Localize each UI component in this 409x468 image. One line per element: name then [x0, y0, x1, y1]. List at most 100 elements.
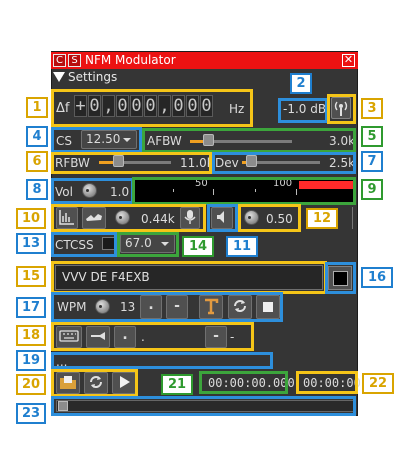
keyer-dash-button[interactable]: - [205, 326, 227, 348]
loop-button[interactable] [228, 295, 252, 319]
text-icon [205, 298, 219, 315]
ctcss-checkbox[interactable] [102, 237, 115, 250]
frequency-digit[interactable]: 0 [200, 95, 213, 117]
keyer-mode-button[interactable] [86, 326, 110, 348]
frequency-digit[interactable]: 0 [88, 95, 101, 117]
collapse-arrow-icon [53, 72, 65, 82]
meter-tick [255, 189, 256, 192]
keyer-dot-button[interactable]: . [114, 326, 136, 348]
annotation-label-16: 16 [361, 267, 393, 288]
annotation-label-2: 2 [290, 73, 312, 94]
frequency-dial[interactable]: +0, 0 0 0, 0 0 0 [74, 95, 214, 117]
spectrum-button[interactable] [56, 207, 78, 229]
frequency-separator: , [102, 95, 115, 117]
tone-frequency-value: 0.44k [141, 212, 175, 226]
morse-repeat-toggle[interactable] [328, 266, 352, 290]
antenna-icon [334, 101, 348, 116]
play-morse-button[interactable] [256, 295, 280, 319]
spectrum-icon [59, 210, 74, 225]
ctcss-label: CTCSS [55, 238, 94, 252]
play-file-button[interactable] [112, 372, 136, 394]
ctcss-tone-combo[interactable]: 67.0 [120, 234, 175, 253]
afbw-label: AFBW [147, 134, 182, 148]
volume-dial[interactable] [82, 183, 97, 198]
rfbw-slider-handle[interactable] [113, 155, 124, 167]
tone-modulation-button[interactable] [82, 207, 106, 229]
annotation-label-7: 7 [361, 151, 383, 172]
annotation-label-21: 21 [161, 374, 193, 395]
deviation-label: Dev [215, 156, 239, 170]
annotation-label-10: 10 [16, 208, 46, 229]
annotation-label-20: 20 [16, 374, 46, 395]
frequency-digit[interactable]: 0 [130, 95, 143, 117]
annotation-label-23: 23 [16, 403, 46, 424]
meter-tick-100: 100 [273, 178, 293, 189]
channel-spacing-value: 12.50 [86, 132, 121, 146]
feedback-volume-dial[interactable] [244, 210, 259, 225]
open-file-button[interactable] [56, 372, 80, 394]
meter-tick [296, 189, 297, 195]
channel-spacing-combo[interactable]: 12.50 [81, 130, 137, 149]
frequency-unit: Hz [229, 102, 245, 116]
tx-button[interactable] [331, 97, 351, 119]
power-value[interactable]: -1.0 dB [283, 102, 326, 116]
keyboard-keyer-button[interactable] [56, 326, 82, 348]
total-time: 00:00:00 [303, 376, 361, 390]
delta-f-label: Δf [56, 101, 70, 116]
settings-rollup[interactable]: Settings [53, 70, 117, 84]
keyboard-icon [59, 330, 79, 342]
deviation-slider-handle[interactable] [246, 155, 257, 167]
file-seek-slider[interactable] [56, 400, 354, 412]
wpm-dot-button[interactable]: . [140, 295, 162, 319]
seek-handle[interactable] [58, 401, 68, 411]
level-meter: 50 100 [133, 178, 355, 202]
ctcss-tone-value: 67.0 [125, 236, 152, 250]
chevron-down-icon [123, 138, 131, 142]
meter-level-bar [299, 181, 353, 189]
stream-selector-button[interactable]: S [68, 54, 81, 67]
annotation-label-11: 11 [226, 236, 258, 257]
chevron-down-icon [161, 242, 169, 246]
annotation-label-9: 9 [361, 179, 383, 200]
file-loop-button[interactable] [84, 372, 108, 394]
volume-label: Vol [55, 185, 73, 199]
afbw-slider-handle[interactable] [203, 134, 214, 146]
wpm-dial[interactable] [95, 299, 110, 314]
keyer-dash-text: - [230, 330, 235, 344]
meter-tick-50: 50 [195, 178, 208, 189]
wpm-dash-button[interactable]: - [166, 295, 188, 319]
audio-feedback-button[interactable] [211, 207, 233, 229]
rfbw-value: 11.0k [180, 156, 214, 170]
tone-wave-icon [86, 214, 102, 221]
speaker-icon [217, 211, 224, 223]
keyer-dot-text: . [141, 330, 145, 344]
window-title: NFM Modulator [85, 53, 176, 67]
text-mode-button[interactable] [199, 295, 223, 319]
afbw-value: 3.0k [329, 134, 356, 148]
annotation-label-3: 3 [361, 98, 383, 119]
morse-text-input[interactable]: VVV DE F4EXB [55, 265, 323, 290]
annotation-label-6: 6 [26, 151, 48, 172]
frequency-digit[interactable]: 0 [116, 95, 129, 117]
separator [352, 207, 353, 229]
file-name-label: ... [56, 355, 68, 369]
frequency-digit[interactable]: 0 [172, 95, 185, 117]
meter-tick [213, 189, 214, 195]
loop-icon [234, 300, 246, 312]
annotation-label-8: 8 [26, 179, 48, 200]
annotation-label-12: 12 [306, 208, 338, 229]
channel-color-button[interactable]: C [53, 54, 66, 67]
annotation-label-22: 22 [362, 373, 394, 394]
close-button[interactable]: ✕ [342, 54, 355, 67]
loop-icon [90, 376, 102, 388]
deviation-value: 2.5k [329, 156, 356, 170]
tone-frequency-dial[interactable] [115, 210, 130, 225]
frequency-sign[interactable]: + [74, 95, 87, 117]
frequency-digit[interactable]: 0 [144, 95, 157, 117]
annotation-label-4: 4 [26, 126, 48, 147]
frequency-digit[interactable]: 0 [186, 95, 199, 117]
annotation-label-18: 18 [16, 325, 46, 346]
stop-icon [263, 302, 273, 312]
play-icon [120, 376, 130, 388]
microphone-button[interactable] [180, 207, 200, 229]
